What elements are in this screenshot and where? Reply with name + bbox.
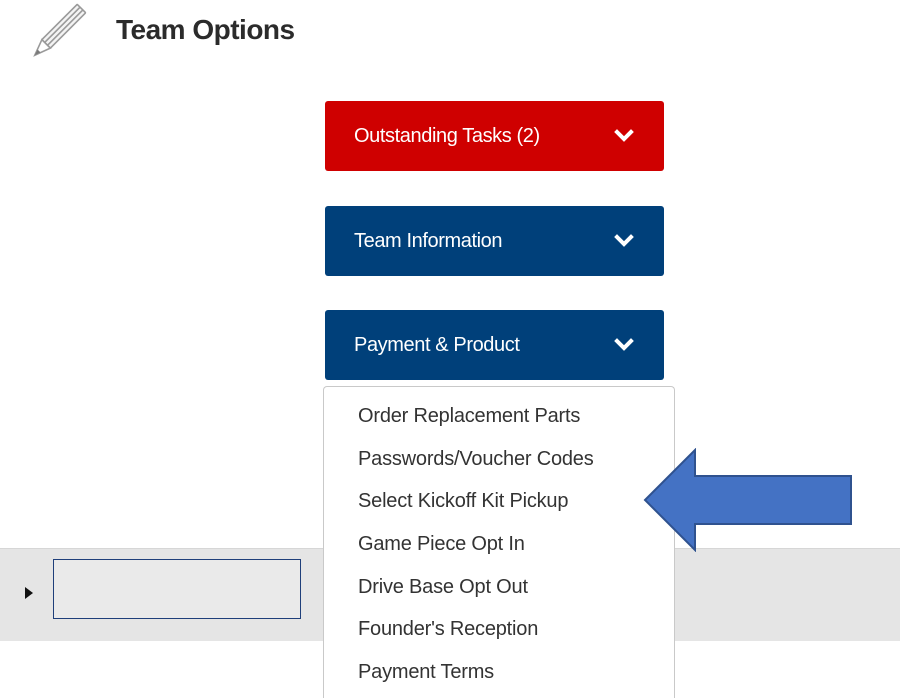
row-input-field[interactable] <box>53 559 301 619</box>
page-title: Team Options <box>116 14 295 45</box>
chevron-down-icon <box>614 338 634 351</box>
menu-item-select-kickoff-kit-pickup[interactable]: Select Kickoff Kit Pickup <box>324 485 674 528</box>
payment-product-label: Payment & Product <box>354 333 520 356</box>
team-information-label: Team Information <box>354 229 503 252</box>
outstanding-tasks-label: Outstanding Tasks (2) <box>354 124 540 147</box>
menu-item-game-piece-opt-in[interactable]: Game Piece Opt In <box>324 528 674 571</box>
outstanding-tasks-button[interactable]: Outstanding Tasks (2) <box>325 101 664 171</box>
payment-product-button[interactable]: Payment & Product <box>325 310 664 380</box>
arrow-left-icon <box>643 448 852 552</box>
caret-right-icon[interactable] <box>24 586 34 600</box>
pencil-icon <box>33 3 87 57</box>
menu-item-passwords-voucher-codes[interactable]: Passwords/Voucher Codes <box>324 443 674 486</box>
menu-item-founders-reception[interactable]: Founder's Reception <box>324 613 674 656</box>
chevron-down-icon <box>614 234 634 247</box>
menu-item-order-replacement-parts[interactable]: Order Replacement Parts <box>324 400 674 443</box>
chevron-down-icon <box>614 129 634 142</box>
team-information-button[interactable]: Team Information <box>325 206 664 276</box>
menu-item-payment-terms[interactable]: Payment Terms <box>324 656 674 699</box>
payment-product-menu: Order Replacement Parts Passwords/Vouche… <box>323 386 675 698</box>
menu-item-drive-base-opt-out[interactable]: Drive Base Opt Out <box>324 571 674 614</box>
